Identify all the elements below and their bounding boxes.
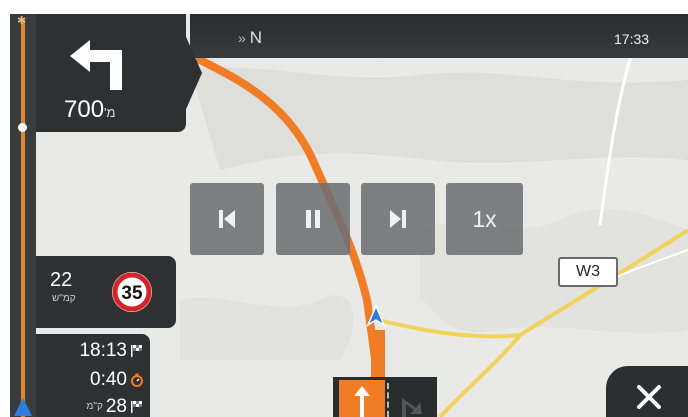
turn-left-icon <box>70 40 122 90</box>
remaining-distance-unit: ק"מ <box>86 401 103 412</box>
right-turn-lane-icon <box>402 398 422 417</box>
arrival-time-row: 18:13 <box>40 341 144 360</box>
speed-limit-sign: 35 <box>112 272 152 312</box>
clock: 17:33 <box>614 31 650 47</box>
heading-direction: N <box>249 28 263 47</box>
waypoint-label[interactable]: W3 <box>558 257 618 287</box>
turn-distance: מ'700 <box>64 98 116 125</box>
skip-previous-icon <box>219 210 235 228</box>
remaining-distance-row: ק"מ 28 <box>40 397 144 416</box>
lane-divider <box>387 383 391 417</box>
speed-panel <box>36 256 176 328</box>
playback-speed-button[interactable]: 1x <box>446 183 523 255</box>
navigation-screen: » N 17:33 ✱ מ'700 22 קמ"ש 35 18:13 0:40 ק… <box>0 0 688 417</box>
skip-next-icon <box>390 210 406 228</box>
pause-button[interactable] <box>276 183 350 255</box>
current-speed-unit: קמ"ש <box>52 293 76 304</box>
finish-flag-icon <box>131 400 142 413</box>
stopwatch-icon <box>131 373 143 387</box>
destination-marker-icon: ✱ <box>17 15 27 27</box>
heading-arrow: » <box>237 30 246 46</box>
skip-previous-button[interactable] <box>190 183 264 255</box>
speed-limit-value: 35 <box>121 283 143 304</box>
straight-arrow-icon <box>354 386 370 417</box>
heading-indicator[interactable]: » N <box>200 28 300 48</box>
pause-icon <box>306 210 320 228</box>
turn-distance-unit: מ' <box>104 105 116 120</box>
remaining-time: 0:40 <box>90 369 127 390</box>
waypoint-marker <box>18 123 27 132</box>
close-button[interactable] <box>606 366 688 417</box>
turn-panel-pointer <box>176 14 202 132</box>
remaining-distance: 28 <box>105 396 127 417</box>
progress-position-icon <box>14 398 32 416</box>
finish-flag-icon <box>131 344 142 357</box>
turn-distance-value: 700 <box>64 96 105 123</box>
close-icon <box>637 385 661 409</box>
arrival-time: 18:13 <box>79 340 127 361</box>
current-speed: 22 <box>50 269 73 291</box>
skip-next-button[interactable] <box>361 183 435 255</box>
remaining-time-row: 0:40 <box>40 370 144 389</box>
route-progress-line <box>21 20 25 417</box>
